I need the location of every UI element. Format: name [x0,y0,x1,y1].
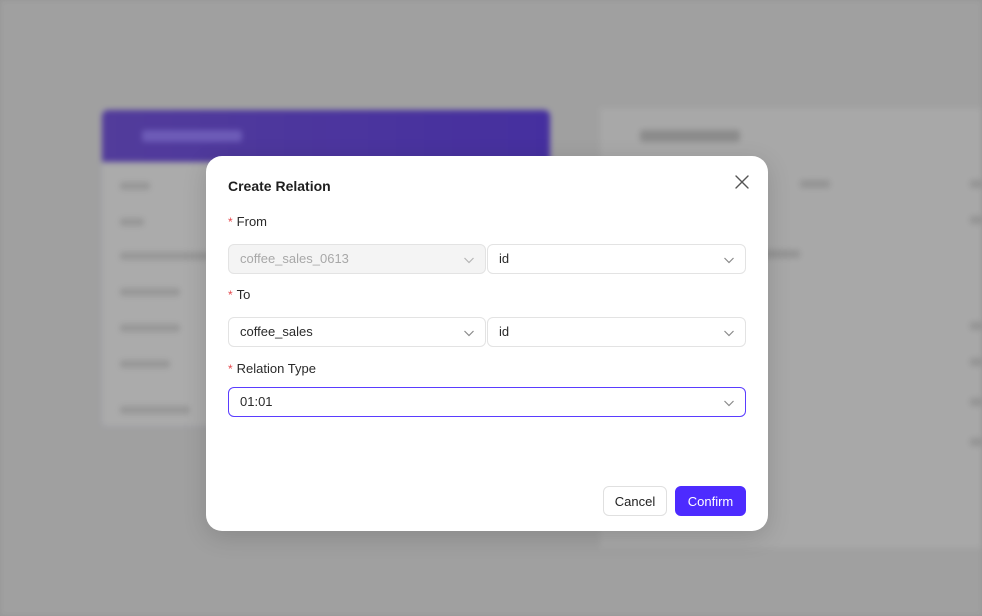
from-table-select[interactable]: coffee_sales_0613 [228,244,486,274]
relation-type-label-text: Relation Type [236,361,316,376]
relation-type-select[interactable]: 01:01 [228,387,746,417]
from-column-select[interactable]: id [487,244,746,274]
dialog-title: Create Relation [228,178,331,194]
relation-type-label: * Relation Type [228,361,316,376]
to-column-value: id [499,324,510,339]
to-table-value: coffee_sales [240,324,313,339]
chevron-down-icon [724,257,734,264]
from-label-text: From [236,214,268,229]
to-column-select[interactable]: id [487,317,746,347]
to-label-text: To [236,287,251,302]
confirm-button[interactable]: Confirm [675,486,746,516]
create-relation-dialog: Create Relation * From coffee_sales_0613 … [206,156,768,531]
close-button[interactable] [732,172,752,192]
close-icon [735,175,749,189]
cancel-button[interactable]: Cancel [603,486,667,516]
to-table-select[interactable]: coffee_sales [228,317,486,347]
from-column-value: id [499,251,510,266]
to-label: * To [228,287,250,302]
required-mark: * [228,362,233,376]
from-label: * From [228,214,267,229]
required-mark: * [228,215,233,229]
chevron-down-icon [724,330,734,337]
chevron-down-icon [724,400,734,407]
from-table-value: coffee_sales_0613 [240,251,349,266]
relation-type-value: 01:01 [240,394,273,409]
required-mark: * [228,288,233,302]
chevron-down-icon [464,257,474,264]
chevron-down-icon [464,330,474,337]
